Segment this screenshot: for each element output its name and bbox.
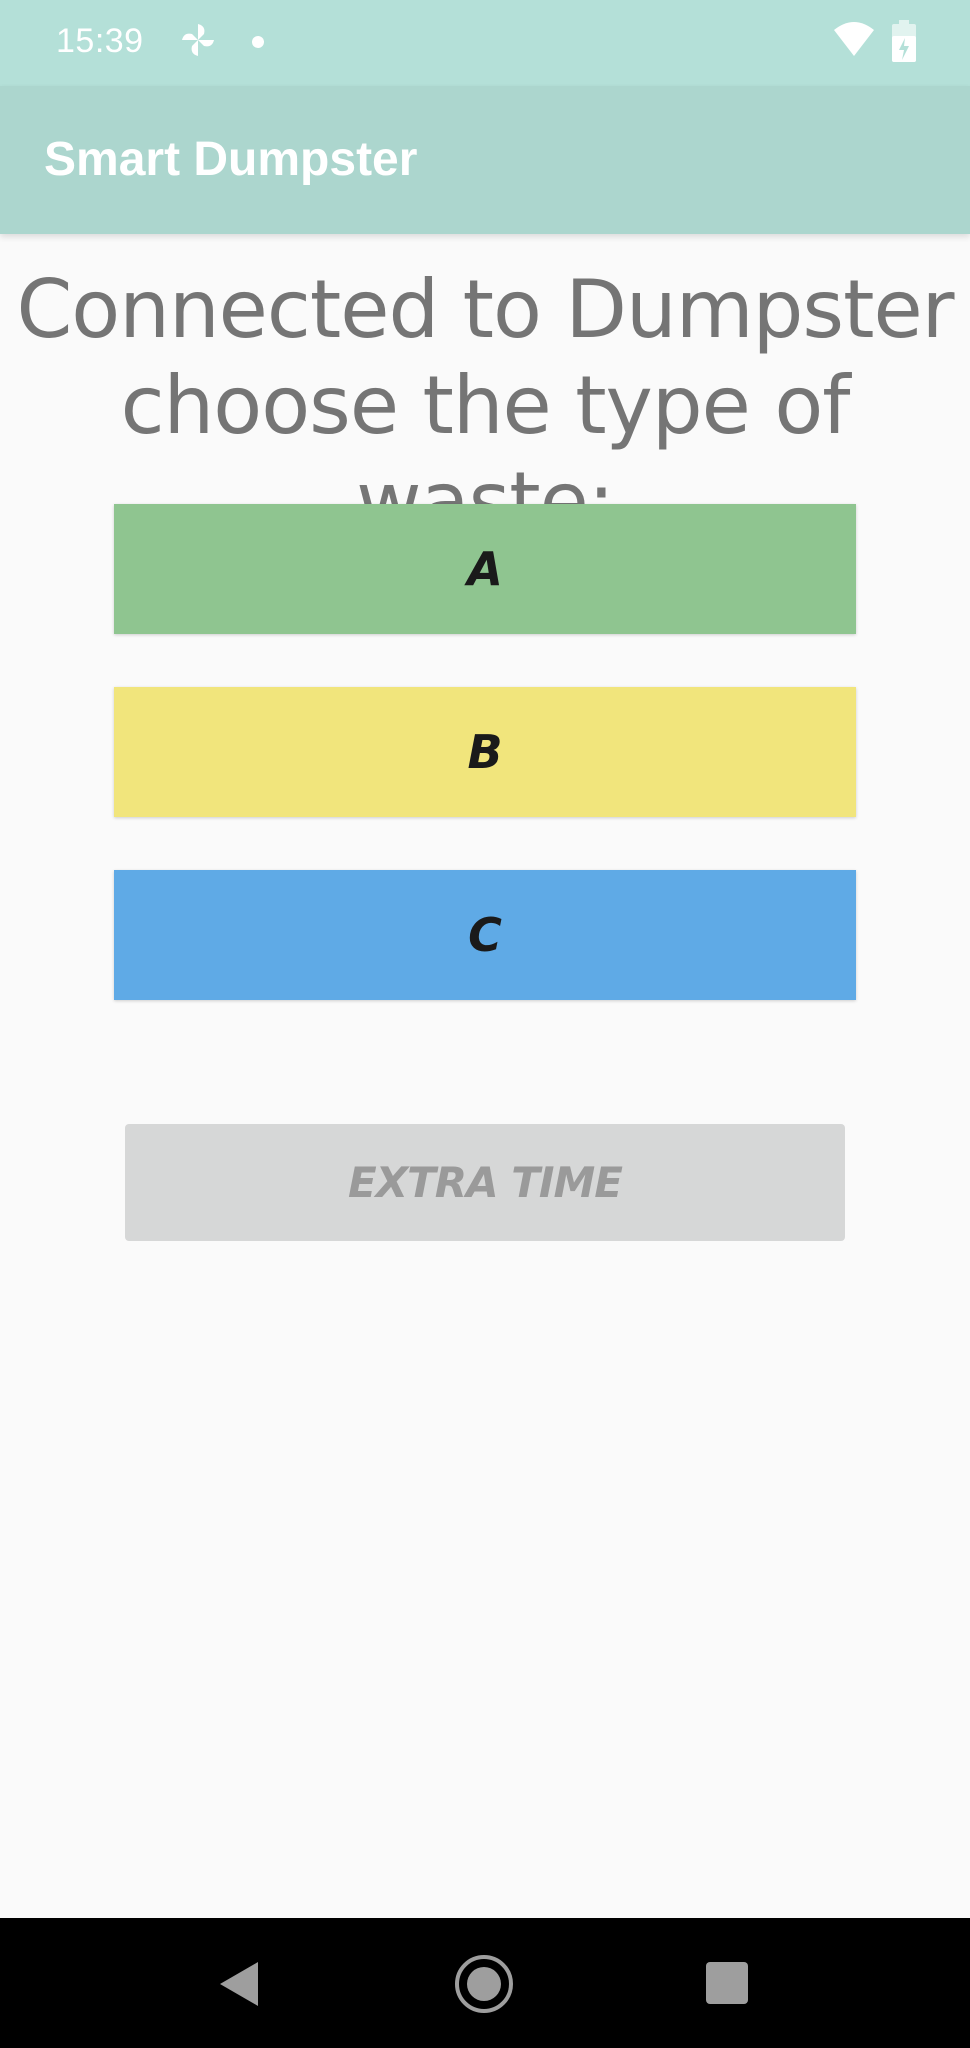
home-icon[interactable] bbox=[454, 1954, 514, 2014]
app-title: Smart Dumpster bbox=[44, 133, 418, 186]
waste-type-a-button[interactable]: A bbox=[114, 504, 856, 634]
waste-type-b-button[interactable]: B bbox=[114, 687, 856, 817]
status-bar: 15:39 bbox=[0, 0, 970, 86]
screen: 15:39 Smart Dumpster Connected to Dumpst… bbox=[0, 0, 970, 2048]
waste-type-c-button[interactable]: C bbox=[114, 870, 856, 1000]
recents-icon[interactable] bbox=[706, 1962, 748, 2004]
heading-line-1: Connected to Dumpster bbox=[16, 263, 954, 356]
fan-notification-icon bbox=[182, 24, 214, 56]
app-bar: Smart Dumpster bbox=[0, 86, 970, 234]
battery-charging-icon bbox=[892, 20, 916, 62]
navigation-bar bbox=[0, 1918, 970, 2048]
back-icon[interactable] bbox=[218, 1960, 262, 2008]
wifi-icon bbox=[834, 22, 874, 56]
extra-time-button[interactable]: EXTRA TIME bbox=[125, 1124, 845, 1241]
status-time: 15:39 bbox=[56, 22, 144, 60]
notification-dot-icon bbox=[252, 36, 264, 48]
